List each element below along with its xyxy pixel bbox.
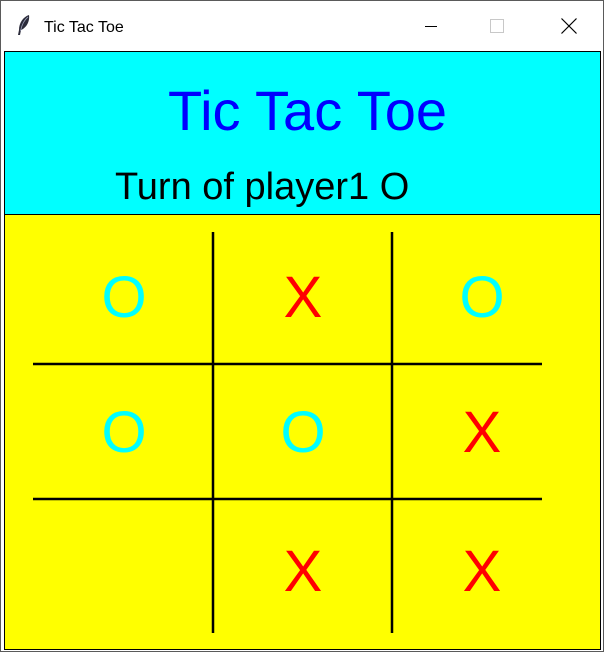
turn-indicator: Turn of player1 O — [115, 166, 410, 208]
board-cell-r1-c2[interactable]: X — [228, 238, 378, 358]
board-cell-r2-c2[interactable]: O — [228, 373, 378, 493]
game-title: Tic Tac Toe — [167, 79, 448, 142]
window-title: Tic Tac Toe — [44, 19, 124, 36]
board-cell-r2-c1[interactable]: O — [49, 373, 199, 493]
minimize-button[interactable] — [408, 1, 454, 51]
feather-icon — [18, 15, 30, 35]
minimize-icon — [425, 26, 437, 27]
board-cell-r1-c1[interactable]: O — [49, 238, 199, 358]
board-cell-r2-c3[interactable]: X — [407, 373, 557, 493]
maximize-button[interactable] — [474, 1, 520, 51]
app-window: Tic Tac Toe Tic Tac Toe Turn of player1 … — [0, 0, 604, 652]
board-cell-r1-c3[interactable]: O — [407, 238, 557, 358]
game-board: O X O O O X X X — [4, 214, 601, 650]
close-button[interactable] — [546, 1, 592, 51]
board-cell-r3-c3[interactable]: X — [407, 512, 557, 632]
title-bar[interactable]: Tic Tac Toe — [1, 1, 603, 51]
maximize-icon — [490, 19, 504, 33]
close-icon — [561, 18, 577, 34]
header-panel: Tic Tac Toe Turn of player1 O — [4, 51, 601, 215]
board-cell-r3-c1[interactable] — [49, 512, 199, 632]
board-cell-r3-c2[interactable]: X — [228, 512, 378, 632]
